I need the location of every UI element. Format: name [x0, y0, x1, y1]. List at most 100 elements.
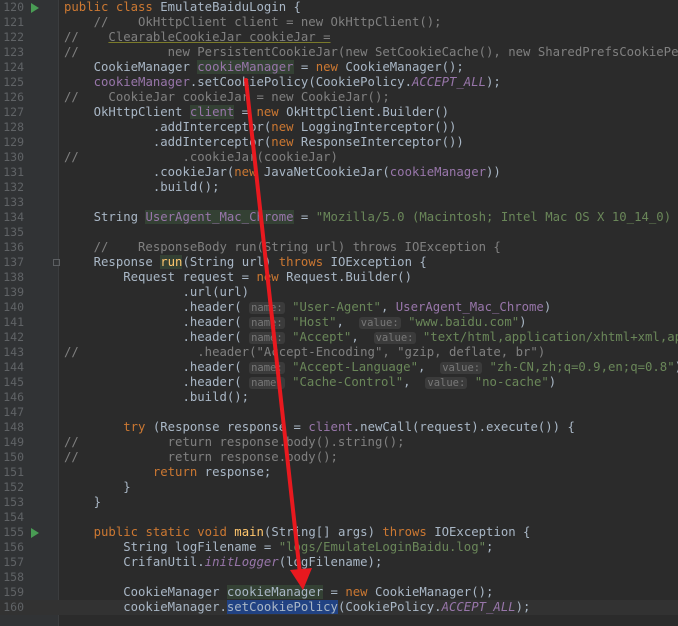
- code-text[interactable]: // return response.body();: [64, 450, 338, 465]
- code-token: try: [123, 420, 153, 434]
- code-line[interactable]: 159 CookieManager cookieManager = new Co…: [0, 585, 678, 600]
- code-line[interactable]: 131 .cookieJar(new JavaNetCookieJar(cook…: [0, 165, 678, 180]
- code-line[interactable]: 145 .header( name: "Cache-Control", valu…: [0, 375, 678, 390]
- code-text[interactable]: .header( name: "Accept", value: "text/ht…: [64, 330, 678, 346]
- code-line[interactable]: 130 // .cookieJar(cookieJar): [0, 150, 678, 165]
- code-line[interactable]: 150 // return response.body();: [0, 450, 678, 465]
- code-line[interactable]: 121 // OkHttpClient client = new OkHttpC…: [0, 15, 678, 30]
- code-line[interactable]: 155 public static void main(String[] arg…: [0, 525, 678, 540]
- code-line[interactable]: 132 .build();: [0, 180, 678, 195]
- code-line[interactable]: 154: [0, 510, 678, 525]
- code-text[interactable]: // ClearableCookieJar cookieJar =: [64, 30, 331, 45]
- fold-marker-icon[interactable]: [53, 259, 60, 266]
- code-text[interactable]: // new PersistentCookieJar(new SetCookie…: [64, 45, 678, 60]
- line-number: 144: [3, 360, 24, 374]
- code-token: );: [515, 600, 531, 614]
- code-token: "logs/EmulateLoginBaidu.log": [278, 540, 486, 554]
- code-text[interactable]: .header( name: "Accept-Language", value:…: [64, 360, 678, 376]
- code-text[interactable]: try (Response response = client.newCall(…: [64, 420, 575, 435]
- code-line[interactable]: 126 // CookieJar cookieJar = new CookieJa…: [0, 90, 678, 105]
- code-line[interactable]: 148 try (Response response = client.newC…: [0, 420, 678, 435]
- code-line[interactable]: 153 }: [0, 495, 678, 510]
- code-line[interactable]: 127 OkHttpClient client = new OkHttpClie…: [0, 105, 678, 120]
- code-text[interactable]: Response run(String url) throws IOExcept…: [64, 255, 427, 270]
- code-line[interactable]: 158: [0, 570, 678, 585]
- code-line[interactable]: 152 }: [0, 480, 678, 495]
- code-token: client: [308, 420, 353, 434]
- code-token: ): [548, 375, 557, 389]
- code-text[interactable]: return response;: [64, 465, 271, 480]
- code-line[interactable]: 157 CrifanUtil.initLogger(logFilename);: [0, 555, 678, 570]
- code-text[interactable]: .header( name: "User-Agent", UserAgent_M…: [64, 300, 551, 316]
- code-line[interactable]: 124 CookieManager cookieManager = new Co…: [0, 60, 678, 75]
- code-text[interactable]: .cookieJar(new JavaNetCookieJar(cookieMa…: [64, 165, 501, 180]
- code-line[interactable]: 125 cookieManager.setCookiePolicy(Cookie…: [0, 75, 678, 90]
- code-token: CrifanUtil.: [64, 555, 205, 569]
- code-line[interactable]: 136 // ResponseBody run(String url) thro…: [0, 240, 678, 255]
- run-gutter-icon[interactable]: [31, 3, 39, 13]
- code-line[interactable]: 128 .addInterceptor(new LoggingIntercept…: [0, 120, 678, 135]
- code-text[interactable]: // CookieJar cookieJar = new CookieJar()…: [64, 90, 390, 105]
- code-token: cookieManager: [197, 60, 294, 74]
- code-token: cookieManager.: [64, 600, 227, 614]
- code-token: "text/html,application/xhtml+xml,applica…: [422, 330, 678, 344]
- code-line[interactable]: 149 // return response.body().string();: [0, 435, 678, 450]
- code-line[interactable]: 144 .header( name: "Accept-Language", va…: [0, 360, 678, 375]
- code-editor[interactable]: 120 public class EmulateBaiduLogin {121 /…: [0, 0, 678, 626]
- code-text[interactable]: cookieManager.setCookiePolicy(CookiePoli…: [64, 75, 501, 90]
- code-text[interactable]: }: [64, 480, 130, 495]
- code-text[interactable]: Request request = new Request.Builder(): [64, 270, 412, 285]
- code-line[interactable]: 137 Response run(String url) throws IOEx…: [0, 255, 678, 270]
- code-text[interactable]: .build();: [64, 390, 249, 405]
- code-line[interactable]: 123 // new PersistentCookieJar(new SetCoo…: [0, 45, 678, 60]
- code-line[interactable]: 135: [0, 225, 678, 240]
- code-line[interactable]: 147: [0, 405, 678, 420]
- code-line[interactable]: 143 // .header("Accept-Encoding", "gzip, …: [0, 345, 678, 360]
- code-text[interactable]: CookieManager cookieManager = new Cookie…: [64, 585, 493, 600]
- code-line[interactable]: 140 .header( name: "User-Agent", UserAge…: [0, 300, 678, 315]
- code-line[interactable]: 129 .addInterceptor(new ResponseIntercep…: [0, 135, 678, 150]
- code-line[interactable]: 146 .build();: [0, 390, 678, 405]
- code-line[interactable]: 141 .header( name: "Host", value: "www.b…: [0, 315, 678, 330]
- code-token: ,: [403, 375, 426, 389]
- code-text[interactable]: .addInterceptor(new LoggingInterceptor()…: [64, 120, 457, 135]
- code-token: name:: [249, 362, 285, 374]
- code-text[interactable]: // .cookieJar(cookieJar): [64, 150, 338, 165]
- code-token: public class: [64, 0, 161, 14]
- code-text[interactable]: // OkHttpClient client = new OkHttpClien…: [64, 15, 442, 30]
- code-text[interactable]: String UserAgent_Mac_Chrome = "Mozilla/5…: [64, 210, 678, 225]
- code-line[interactable]: 120 public class EmulateBaiduLogin {: [0, 0, 678, 15]
- code-lines[interactable]: 120 public class EmulateBaiduLogin {121 /…: [0, 0, 678, 615]
- code-line[interactable]: 142 .header( name: "Accept", value: "tex…: [0, 330, 678, 345]
- code-token: "Accept-Language": [292, 360, 418, 374]
- code-text[interactable]: .build();: [64, 180, 220, 195]
- run-gutter-icon[interactable]: [31, 528, 39, 538]
- code-text[interactable]: CookieManager cookieManager = new Cookie…: [64, 60, 464, 75]
- code-text[interactable]: .url(url): [64, 285, 249, 300]
- code-line[interactable]: 138 Request request = new Request.Builde…: [0, 270, 678, 285]
- code-line[interactable]: 151 return response;: [0, 465, 678, 480]
- code-token: .header(: [64, 375, 250, 389]
- code-line[interactable]: 160 cookieManager.setCookiePolicy(Cookie…: [0, 600, 678, 615]
- code-text[interactable]: }: [64, 495, 101, 510]
- code-text[interactable]: .header( name: "Cache-Control", value: "…: [64, 375, 556, 391]
- code-text[interactable]: OkHttpClient client = new OkHttpClient.B…: [64, 105, 449, 120]
- code-text[interactable]: String logFilename = "logs/EmulateLoginB…: [64, 540, 493, 555]
- code-text[interactable]: // return response.body().string();: [64, 435, 405, 450]
- code-line[interactable]: 156 String logFilename = "logs/EmulateLo…: [0, 540, 678, 555]
- code-text[interactable]: cookieManager.setCookiePolicy(CookiePoli…: [64, 600, 530, 615]
- code-text[interactable]: CrifanUtil.initLogger(logFilename);: [64, 555, 382, 570]
- code-text[interactable]: // .header("Accept-Encoding", "gzip, def…: [64, 345, 545, 360]
- code-token: ClearableCookieJar cookieJar =: [108, 30, 331, 44]
- code-line[interactable]: 139 .url(url): [0, 285, 678, 300]
- code-text[interactable]: // ResponseBody run(String url) throws I…: [64, 240, 501, 255]
- code-line[interactable]: 122 // ClearableCookieJar cookieJar =: [0, 30, 678, 45]
- code-line[interactable]: 134 String UserAgent_Mac_Chrome = "Mozil…: [0, 210, 678, 225]
- code-token: String: [64, 210, 146, 224]
- code-text[interactable]: .addInterceptor(new ResponseInterceptor(…: [64, 135, 464, 150]
- code-line[interactable]: 133: [0, 195, 678, 210]
- code-text[interactable]: public static void main(String[] args) t…: [64, 525, 531, 540]
- code-text[interactable]: public class EmulateBaiduLogin {: [64, 0, 301, 15]
- code-text[interactable]: .header( name: "Host", value: "www.baidu…: [64, 315, 527, 331]
